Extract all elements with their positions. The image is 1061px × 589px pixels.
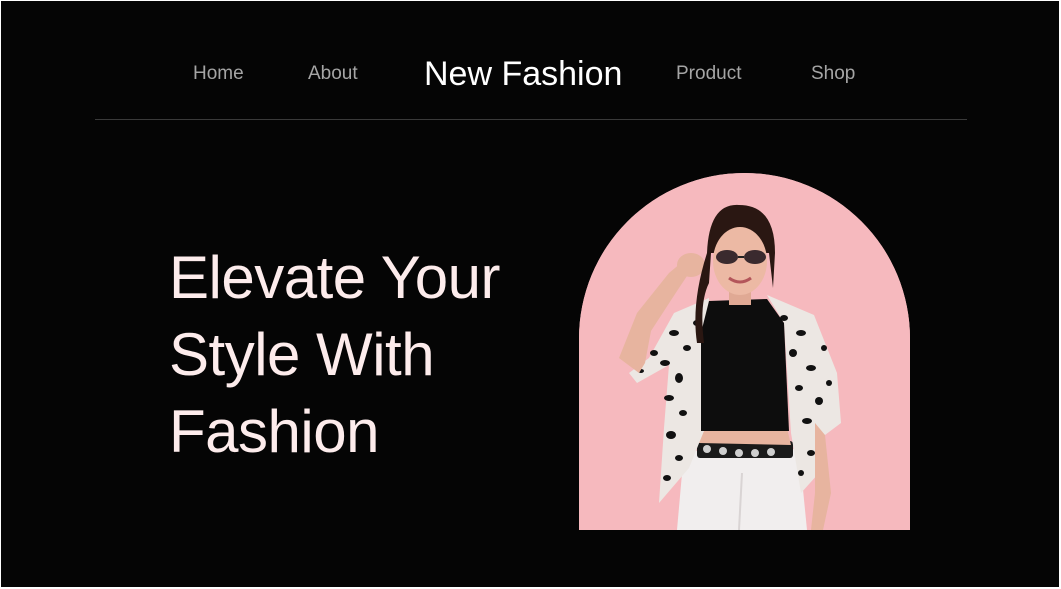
- nav-link-home[interactable]: Home: [193, 63, 244, 85]
- hero-heading-line-3: Fashion: [169, 398, 379, 465]
- nav-link-product[interactable]: Product: [676, 63, 741, 85]
- hero-heading-line-2: Style With: [169, 321, 435, 388]
- hero-heading: Elevate Your Style With Fashion: [169, 239, 549, 470]
- hero-photo-arch: [579, 173, 910, 530]
- nav-divider: [95, 119, 967, 120]
- model-photo: [579, 173, 910, 530]
- brand-logo-text[interactable]: New Fashion: [424, 55, 622, 94]
- nav-link-shop[interactable]: Shop: [811, 63, 855, 85]
- landing-page: Home About New Fashion Product Shop Elev…: [1, 1, 1059, 587]
- top-navigation: Home About New Fashion Product Shop: [95, 1, 967, 120]
- hero-heading-line-1: Elevate Your: [169, 244, 500, 311]
- nav-link-about[interactable]: About: [308, 63, 358, 85]
